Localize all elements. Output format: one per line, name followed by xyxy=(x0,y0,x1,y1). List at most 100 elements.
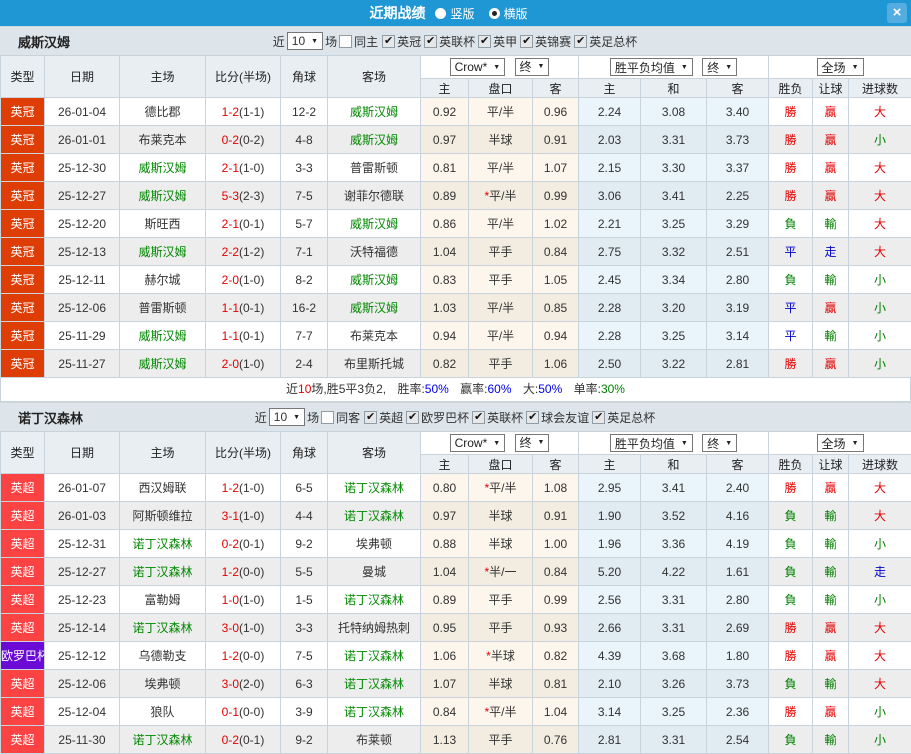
odds-away: 0.99 xyxy=(533,182,579,210)
avg-home: 2.28 xyxy=(579,322,641,350)
home-team: 普雷斯顿 xyxy=(120,294,206,322)
corner-count: 4-4 xyxy=(281,502,328,530)
radio-checked-icon[interactable] xyxy=(489,8,500,19)
odds-stage-select[interactable]: 终▼ xyxy=(515,58,550,76)
close-icon[interactable]: × xyxy=(887,3,907,23)
avg-draw: 3.25 xyxy=(641,210,707,238)
chevron-down-icon: ▼ xyxy=(538,63,545,70)
result-handicap: 贏 xyxy=(813,98,849,126)
result-handicap: 輸 xyxy=(813,558,849,586)
league-checkbox[interactable]: ✔ xyxy=(592,411,605,424)
subcol-result: 胜负 xyxy=(769,79,813,98)
result-outcome: 勝 xyxy=(769,182,813,210)
match-row: 欧罗巴杯25-12-12乌德勒支1-2(0-0)7-5诺丁汉森林1.06*半球0… xyxy=(1,642,911,670)
home-team: 威斯汉姆 xyxy=(120,238,206,266)
result-handicap: 輸 xyxy=(813,266,849,294)
col-home: 主场 xyxy=(120,56,206,98)
league-checkbox[interactable]: ✔ xyxy=(424,35,437,48)
result-handicap: 輸 xyxy=(813,586,849,614)
scope-select[interactable]: 全场▼ xyxy=(817,58,864,76)
result-outcome: 勝 xyxy=(769,350,813,378)
result-goals: 小 xyxy=(849,586,911,614)
league-badge: 英超 xyxy=(1,614,45,642)
bookmaker-select[interactable]: Crow*▼ xyxy=(450,58,506,76)
match-filters: 近 10▼ 场 同主 ✔英冠✔英联杯✔英甲✔英锦赛✔英足总杯 xyxy=(272,32,639,50)
league-checkbox[interactable]: ✔ xyxy=(406,411,419,424)
result-goals: 小 xyxy=(849,322,911,350)
league-checkbox[interactable]: ✔ xyxy=(382,35,395,48)
match-date: 25-12-20 xyxy=(45,210,120,238)
league-checkbox-label: 英超 xyxy=(379,409,403,426)
away-team: 埃弗顿 xyxy=(328,530,421,558)
league-checkbox-label: 英联杯 xyxy=(487,409,523,426)
odds-away: 1.02 xyxy=(533,210,579,238)
titlebar: 近期战绩 竖版 横版 × xyxy=(0,0,911,26)
avg-odds-select[interactable]: 胜平负均值▼ xyxy=(610,434,693,452)
avg-draw: 3.25 xyxy=(641,322,707,350)
result-handicap: 輸 xyxy=(813,670,849,698)
result-goals: 大 xyxy=(849,502,911,530)
odds-handicap: *平/半 xyxy=(469,182,533,210)
match-score: 1-2(1-1) xyxy=(206,98,281,126)
scope-select[interactable]: 全场▼ xyxy=(817,434,864,452)
odds-home: 0.89 xyxy=(421,586,469,614)
layout-option-horizontal[interactable]: 横版 xyxy=(489,5,528,22)
result-handicap: 輸 xyxy=(813,322,849,350)
radio-icon[interactable] xyxy=(435,8,446,19)
odds-stage-select[interactable]: 终▼ xyxy=(515,434,550,452)
team-name: 诺丁汉森林 xyxy=(18,408,83,427)
same-venue-checkbox[interactable] xyxy=(321,411,334,424)
subcol-avg-home: 主 xyxy=(579,455,641,474)
result-goals: 大 xyxy=(849,474,911,502)
avg-draw: 3.30 xyxy=(641,154,707,182)
match-score: 3-1(1-0) xyxy=(206,502,281,530)
avg-stage-select[interactable]: 终▼ xyxy=(702,58,737,76)
match-score: 2-1(0-1) xyxy=(206,210,281,238)
league-checkbox[interactable]: ✔ xyxy=(364,411,377,424)
odds-home: 1.06 xyxy=(421,642,469,670)
chevron-down-icon: ▼ xyxy=(681,440,688,447)
bookmaker-select[interactable]: Crow*▼ xyxy=(450,434,506,452)
same-venue-checkbox[interactable] xyxy=(339,35,352,48)
result-goals: 大 xyxy=(849,98,911,126)
match-row: 英超25-12-14诺丁汉森林3-0(1-0)3-3托特纳姆热刺0.95平手0.… xyxy=(1,614,911,642)
matches-table-nottingham-forest: 类型 日期 主场 比分(半场) 角球 客场 Crow*▼ 终▼ 胜平负均值▼ 终… xyxy=(0,431,911,754)
away-team: 诺丁汉森林 xyxy=(328,502,421,530)
subcol-odds-home: 主 xyxy=(421,79,469,98)
avg-home: 2.66 xyxy=(579,614,641,642)
match-count-select[interactable]: 10▼ xyxy=(269,408,305,426)
corner-count: 5-7 xyxy=(281,210,328,238)
avg-home: 2.21 xyxy=(579,210,641,238)
home-team: 乌德勒支 xyxy=(120,642,206,670)
result-outcome: 勝 xyxy=(769,642,813,670)
result-outcome: 負 xyxy=(769,586,813,614)
avg-home: 5.20 xyxy=(579,558,641,586)
league-checkbox[interactable]: ✔ xyxy=(520,35,533,48)
avg-stage-select[interactable]: 终▼ xyxy=(702,434,737,452)
odds-away: 0.91 xyxy=(533,502,579,530)
avg-away: 3.14 xyxy=(707,322,769,350)
avg-odds-select[interactable]: 胜平负均值▼ xyxy=(610,58,693,76)
league-badge: 英超 xyxy=(1,726,45,754)
corner-count: 12-2 xyxy=(281,98,328,126)
near-label: 近 xyxy=(255,409,267,426)
league-checkbox-label: 英联杯 xyxy=(439,33,475,50)
league-checkbox[interactable]: ✔ xyxy=(526,411,539,424)
league-checkbox[interactable]: ✔ xyxy=(472,411,485,424)
match-date: 26-01-03 xyxy=(45,502,120,530)
avg-away: 3.37 xyxy=(707,154,769,182)
result-outcome: 平 xyxy=(769,238,813,266)
layout-option-vertical[interactable]: 竖版 xyxy=(435,5,474,22)
chevron-down-icon: ▼ xyxy=(852,440,859,447)
avg-group-header: 胜平负均值▼ 终▼ xyxy=(579,56,769,79)
league-checkbox[interactable]: ✔ xyxy=(574,35,587,48)
league-checkbox[interactable]: ✔ xyxy=(478,35,491,48)
avg-away: 2.81 xyxy=(707,350,769,378)
corner-count: 7-5 xyxy=(281,182,328,210)
subcol-result: 胜负 xyxy=(769,455,813,474)
corner-count: 9-2 xyxy=(281,530,328,558)
match-score: 0-2(0-1) xyxy=(206,726,281,754)
result-handicap: 贏 xyxy=(813,474,849,502)
odds-home: 0.83 xyxy=(421,266,469,294)
match-count-select[interactable]: 10▼ xyxy=(287,32,323,50)
